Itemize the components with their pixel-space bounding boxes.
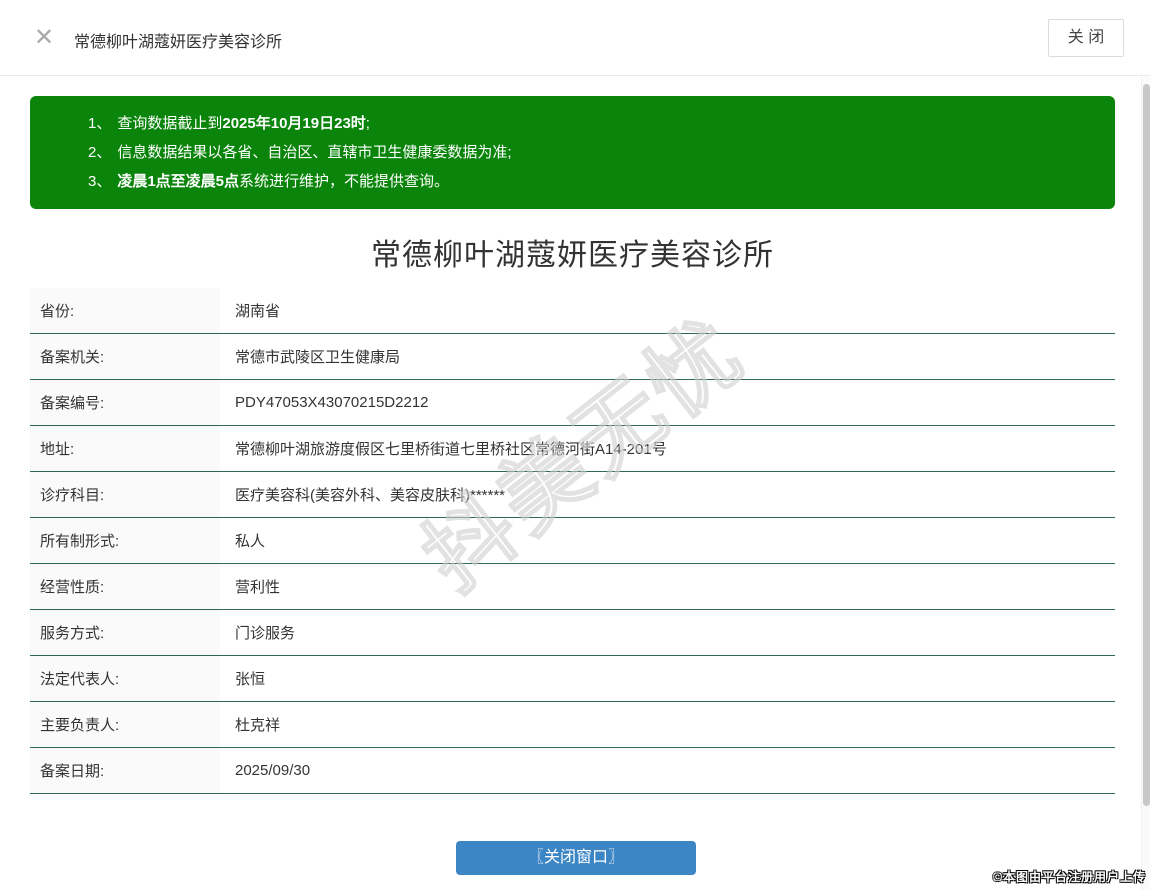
copyright-note: ©本图由平台注册用户上传 (993, 868, 1146, 885)
row-label: 主要负责人: (30, 702, 220, 747)
row-value: 营利性 (220, 564, 1115, 609)
table-row: 备案日期:2025/09/30 (30, 748, 1115, 794)
row-value: 医疗美容科(美容外科、美容皮肤科)****** (220, 472, 1115, 517)
table-row: 省份:湖南省 (30, 288, 1115, 334)
scrollbar-track[interactable] (1141, 77, 1150, 890)
window-title: 常德柳叶湖蔻妍医疗美容诊所 (74, 28, 282, 52)
table-row: 服务方式:门诊服务 (30, 610, 1115, 656)
notice-line: 2、信息数据结果以各省、自治区、直辖市卫生健康委数据为准; (88, 138, 1095, 167)
notice-segment: 凌晨1点至凌晨5点 (117, 173, 239, 190)
row-value: 常德市武陵区卫生健康局 (220, 334, 1115, 379)
scrollbar-thumb[interactable] (1143, 84, 1150, 806)
table-row: 经营性质:营利性 (30, 564, 1115, 610)
row-label: 地址: (30, 426, 220, 471)
row-label: 诊疗科目: (30, 472, 220, 517)
notice-line: 3、凌晨1点至凌晨5点系统进行维护，不能提供查询。 (88, 167, 1095, 196)
notice-segment: ; (366, 115, 370, 132)
notice-segment: 2025年10月19日23时 (222, 115, 365, 132)
row-value: 杜克祥 (220, 702, 1115, 747)
notice-segment: 系统进行维护，不能提供查询。 (239, 173, 449, 190)
notice-line-number: 1、 (88, 115, 111, 132)
row-value: 张恒 (220, 656, 1115, 701)
table-row: 备案机关:常德市武陵区卫生健康局 (30, 334, 1115, 380)
notice-segment: 查询数据截止到 (117, 115, 222, 132)
row-value: 湖南省 (220, 288, 1115, 333)
record-title: 常德柳叶湖蔻妍医疗美容诊所 (30, 230, 1115, 274)
row-value: 门诊服务 (220, 610, 1115, 655)
close-icon[interactable]: ✕ (34, 24, 54, 52)
row-value: 私人 (220, 518, 1115, 563)
close-window-button[interactable]: 〖关闭窗口〗 (456, 841, 696, 875)
row-value: 常德柳叶湖旅游度假区七里桥街道七里桥社区常德河街A14-201号 (220, 426, 1115, 471)
table-row: 所有制形式:私人 (30, 518, 1115, 564)
row-label: 备案编号: (30, 380, 220, 425)
row-label: 经营性质: (30, 564, 220, 609)
notice-line: 1、查询数据截止到2025年10月19日23时; (88, 109, 1095, 138)
registration-popup: ✕ 常德柳叶湖蔻妍医疗美容诊所 关 闭 1、查询数据截止到2025年10月19日… (0, 0, 1150, 890)
row-label: 所有制形式: (30, 518, 220, 563)
table-row: 主要负责人:杜克祥 (30, 702, 1115, 748)
table-row: 诊疗科目:医疗美容科(美容外科、美容皮肤科)****** (30, 472, 1115, 518)
table-row: 备案编号:PDY47053X43070215D2212 (30, 380, 1115, 426)
table-row: 法定代表人:张恒 (30, 656, 1115, 702)
table-row: 地址:常德柳叶湖旅游度假区七里桥街道七里桥社区常德河街A14-201号 (30, 426, 1115, 472)
row-value: 2025/09/30 (220, 748, 1115, 793)
detail-table: 省份:湖南省备案机关:常德市武陵区卫生健康局备案编号:PDY47053X4307… (30, 288, 1115, 794)
row-value: PDY47053X43070215D2212 (220, 380, 1115, 425)
notice-box: 1、查询数据截止到2025年10月19日23时;2、信息数据结果以各省、自治区、… (30, 96, 1115, 209)
notice-line-number: 2、 (88, 144, 111, 161)
row-label: 备案日期: (30, 748, 220, 793)
notice-segment: 信息数据结果以各省、自治区、直辖市卫生健康委数据为准; (117, 144, 511, 161)
notice-line-number: 3、 (88, 173, 111, 190)
header: ✕ 常德柳叶湖蔻妍医疗美容诊所 关 闭 (0, 0, 1150, 76)
row-label: 省份: (30, 288, 220, 333)
row-label: 法定代表人: (30, 656, 220, 701)
row-label: 服务方式: (30, 610, 220, 655)
close-button[interactable]: 关 闭 (1048, 19, 1124, 57)
row-label: 备案机关: (30, 334, 220, 379)
